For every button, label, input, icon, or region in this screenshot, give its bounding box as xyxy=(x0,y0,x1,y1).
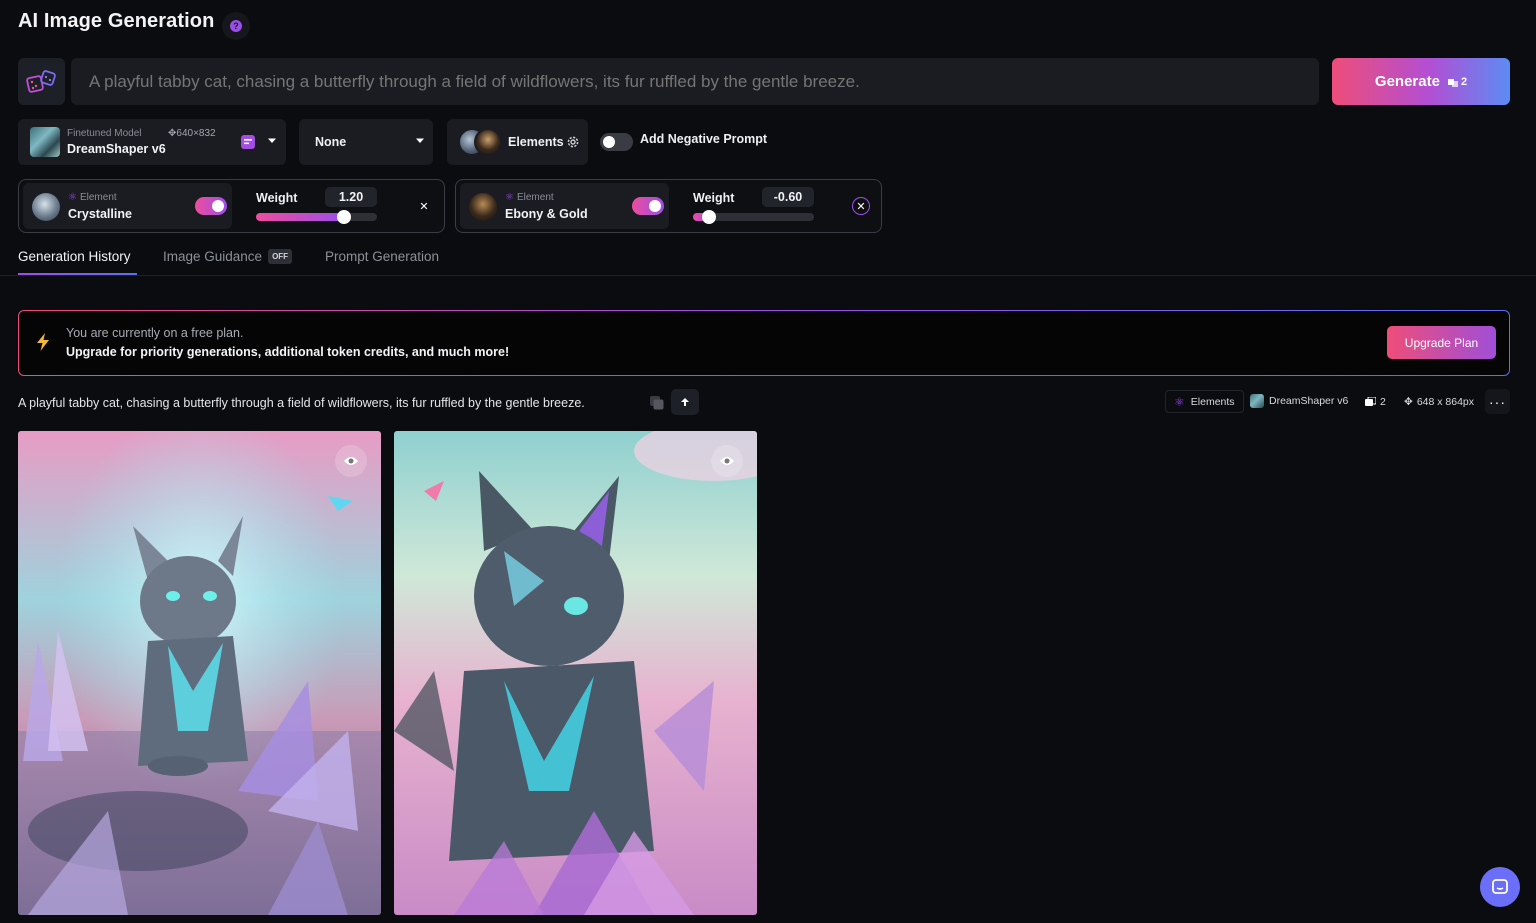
chevron-down-icon xyxy=(416,138,424,143)
copy-icon[interactable] xyxy=(649,395,665,411)
weight-label: Weight xyxy=(693,191,735,205)
weight-slider[interactable] xyxy=(693,210,814,224)
weight-label: Weight xyxy=(256,191,298,205)
element-card-ebony-gold: ⚛ Element Ebony & Gold Weight -0.60 ✕ xyxy=(455,179,882,233)
ellipsis-icon: ··· xyxy=(1489,393,1506,410)
token-icon xyxy=(1447,78,1458,87)
meta-dimensions: ✥ 648 x 864px xyxy=(1404,396,1474,408)
weight-slider-handle[interactable] xyxy=(337,210,352,224)
upgrade-plan-button[interactable]: Upgrade Plan xyxy=(1387,326,1496,359)
meta-model: DreamShaper v6 xyxy=(1250,394,1348,408)
weight-slider[interactable] xyxy=(256,210,377,224)
element-name: Ebony & Gold xyxy=(505,207,588,221)
model-dims-value: 640×832 xyxy=(176,128,216,139)
tab-image-guidance[interactable]: Image Guidance OFF xyxy=(163,249,293,264)
element-info: ⚛ Element Crystalline xyxy=(23,183,232,229)
meta-dims-value: 648 x 864px xyxy=(1416,396,1475,408)
active-tab-indicator xyxy=(18,273,137,275)
close-icon: ✕ xyxy=(856,200,866,213)
element-enabled-toggle[interactable] xyxy=(195,197,227,215)
lightning-icon xyxy=(37,333,49,351)
page-title: AI Image Generation xyxy=(18,10,215,32)
random-prompt-button[interactable] xyxy=(18,58,65,105)
status-badge: OFF xyxy=(268,249,293,264)
chevron-down-icon xyxy=(268,138,276,143)
banner-line-1: You are currently on a free plan. xyxy=(66,326,244,340)
weight-slider-fill xyxy=(256,213,345,221)
move-icon: ✥ xyxy=(1404,396,1413,408)
arrow-up-icon xyxy=(681,398,689,406)
generated-image[interactable] xyxy=(18,431,381,915)
chat-icon xyxy=(1492,879,1508,894)
meta-model-name: DreamShaper v6 xyxy=(1269,395,1349,407)
element-kicker-text: Element xyxy=(79,192,117,203)
images-icon xyxy=(1365,397,1376,406)
negative-prompt-label: Add Negative Prompt xyxy=(640,132,768,146)
model-dims: ✥640×832 xyxy=(168,128,216,139)
tab-generation-history[interactable]: Generation History xyxy=(18,249,131,264)
tab-label: Prompt Generation xyxy=(325,249,440,264)
more-options-button[interactable]: ··· xyxy=(1485,389,1510,414)
model-kicker: Finetuned Model xyxy=(67,128,142,139)
meta-elements-label: Elements xyxy=(1190,395,1235,408)
banner-line-2: Upgrade for priority generations, additi… xyxy=(66,345,510,359)
generate-label: Generate xyxy=(1374,73,1440,90)
element-thumbnail xyxy=(32,193,60,221)
edit-icon[interactable] xyxy=(240,134,256,150)
model-thumbnail xyxy=(30,127,60,157)
remove-element-button[interactable]: ✕ xyxy=(415,197,433,215)
prompt-input[interactable] xyxy=(71,58,1319,105)
view-image-button[interactable] xyxy=(711,445,743,477)
generated-image-artwork xyxy=(18,431,381,915)
weight-slider-handle[interactable] xyxy=(701,210,716,224)
tab-label: Generation History xyxy=(18,249,131,264)
element-card-crystalline: ⚛ Element Crystalline Weight 1.20 ✕ xyxy=(18,179,445,233)
meta-image-count: 2 xyxy=(1365,396,1386,408)
element-info: ⚛ Element Ebony & Gold xyxy=(460,183,669,229)
token-cost: 2 xyxy=(1447,75,1468,88)
element-kicker-text: Element xyxy=(516,192,554,203)
reuse-prompt-button[interactable] xyxy=(671,389,699,415)
dice-icon xyxy=(25,69,56,93)
view-image-button[interactable] xyxy=(335,445,367,477)
atom-icon: ⚛ xyxy=(68,192,77,203)
element-name: Crystalline xyxy=(68,207,132,221)
generate-button[interactable]: Generate 2 xyxy=(1332,58,1510,105)
negative-prompt-toggle[interactable] xyxy=(600,133,633,151)
model-thumbnail xyxy=(1250,394,1264,408)
element-enabled-toggle[interactable] xyxy=(632,197,664,215)
chat-support-button[interactable] xyxy=(1480,867,1520,907)
eye-icon xyxy=(720,457,734,465)
tab-prompt-generation[interactable]: Prompt Generation xyxy=(325,249,439,264)
element-kicker: ⚛ Element xyxy=(68,192,117,203)
gear-icon xyxy=(567,136,579,148)
model-name: DreamShaper v6 xyxy=(67,142,166,156)
generation-prompt: A playful tabby cat, chasing a butterfly… xyxy=(18,396,585,410)
free-plan-banner: You are currently on a free plan. Upgrad… xyxy=(18,310,1510,376)
remove-element-button[interactable]: ✕ xyxy=(852,197,870,215)
meta-count-value: 2 xyxy=(1380,396,1386,408)
elements-button[interactable]: Elements xyxy=(447,119,588,165)
weight-value[interactable]: 1.20 xyxy=(325,187,377,207)
model-select[interactable]: Finetuned Model ✥640×832 DreamShaper v6 xyxy=(18,119,286,165)
element-kicker: ⚛ Element xyxy=(505,192,554,203)
tab-label: Image Guidance xyxy=(163,249,263,264)
elements-label: Elements xyxy=(508,135,564,149)
atom-icon: ⚛ xyxy=(505,192,514,203)
eye-icon xyxy=(344,457,358,465)
tab-bar: Generation History Image Guidance OFF Pr… xyxy=(0,240,1536,276)
help-icon[interactable]: ? xyxy=(222,12,250,40)
generated-image-artwork xyxy=(394,431,757,915)
element-thumbnail xyxy=(469,193,497,221)
element-thumbnail-ebony-gold xyxy=(474,128,502,156)
atom-icon: ⚛ xyxy=(1174,394,1185,409)
weight-value[interactable]: -0.60 xyxy=(762,187,814,207)
style-select[interactable]: None xyxy=(299,119,433,165)
close-icon: ✕ xyxy=(419,200,429,213)
style-value: None xyxy=(315,135,347,149)
generated-image[interactable] xyxy=(394,431,757,915)
meta-elements-badge[interactable]: ⚛ Elements xyxy=(1165,390,1244,413)
token-cost-value: 2 xyxy=(1460,75,1468,88)
